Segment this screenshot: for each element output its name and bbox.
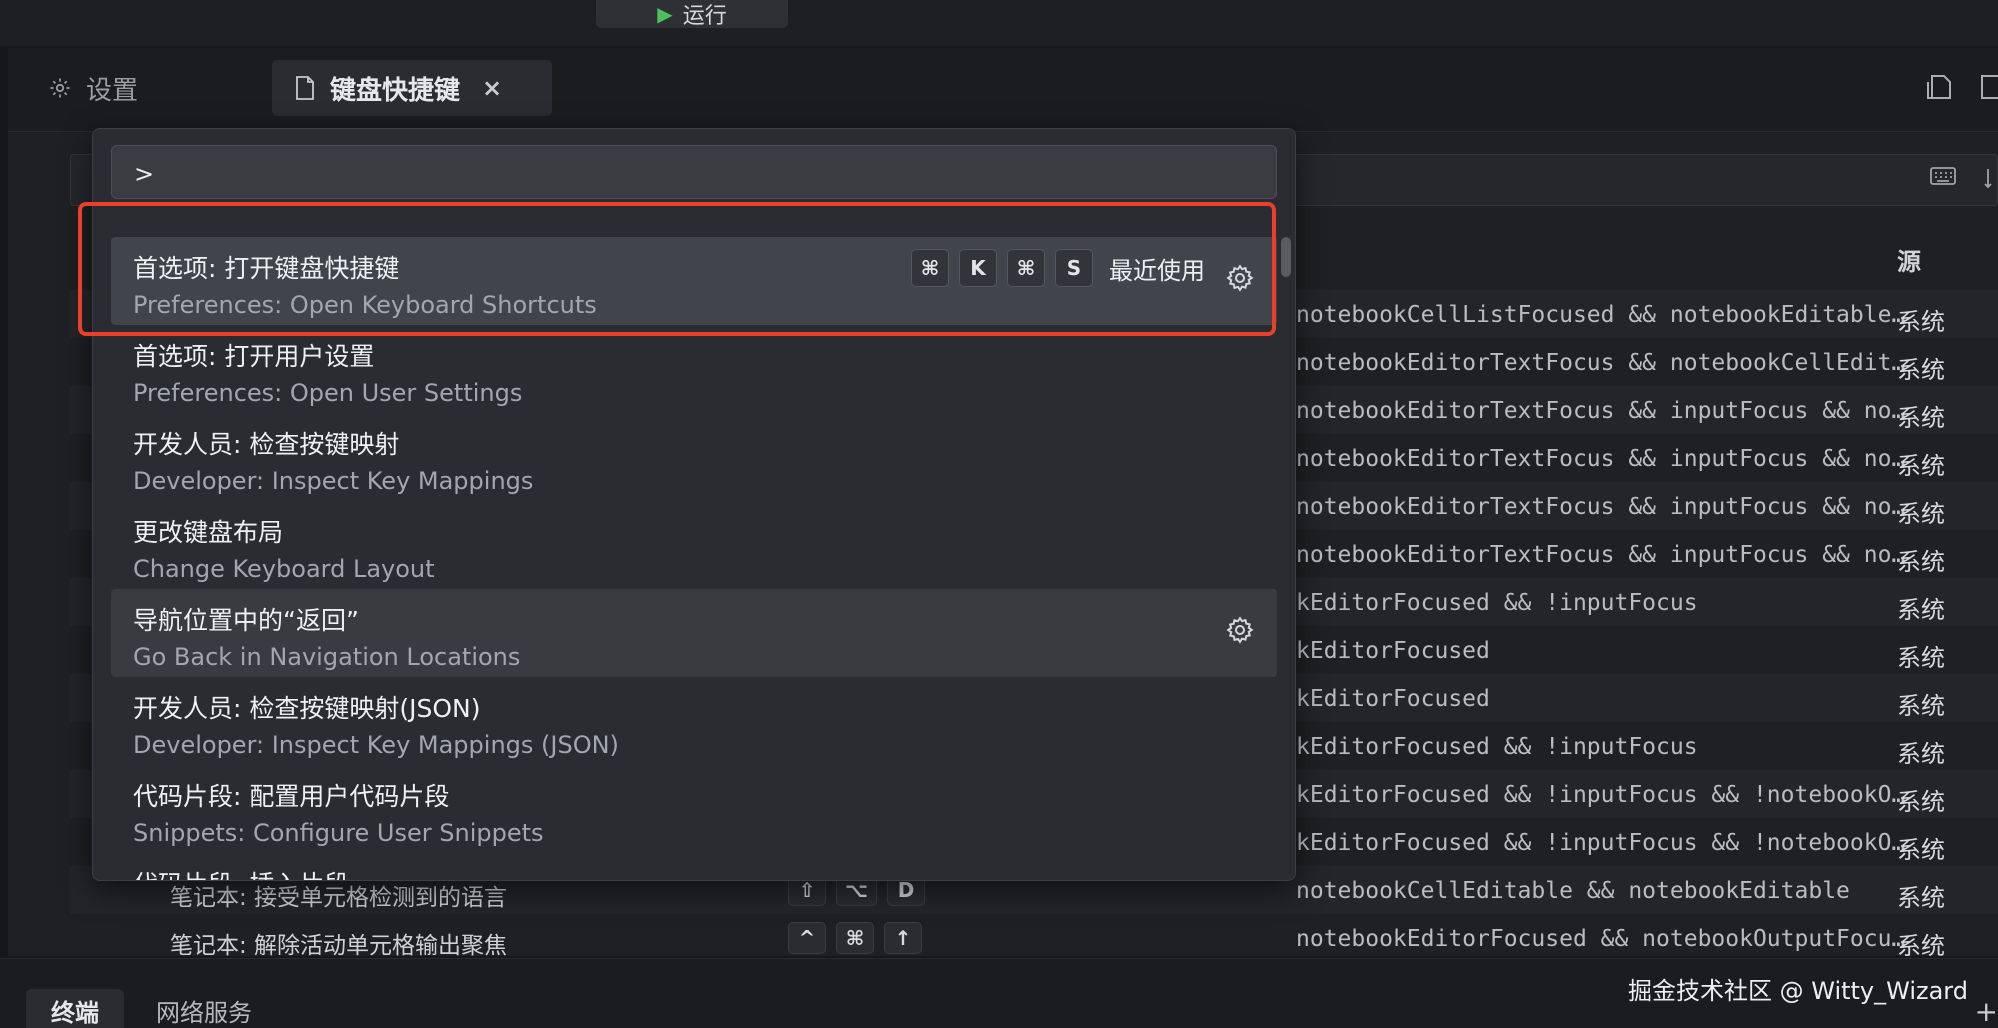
palette-item-subtitle: Go Back in Navigation Locations [133,643,521,671]
keybinding-cell: ^ ⌘ ↑ [788,922,922,954]
source-cell: 系统 [1897,596,1945,624]
when-cell: notebookEditorTextFocus && inputFocus &&… [1296,494,1906,520]
palette-item[interactable]: 开发人员: 检查按键映射(JSON) Developer: Inspect Key… [111,677,1277,765]
source-cell: 系统 [1897,740,1945,768]
source-cell: 系统 [1897,884,1945,912]
run-button[interactable]: ▶ 运行 [596,0,788,29]
palette-item-title: 开发人员: 检查按键映射(JSON) [133,694,481,723]
key-cap: ⌘ [836,922,874,954]
when-cell: kEditorFocused && !inputFocus && !notebo… [1296,830,1906,856]
palette-item-title: 开发人员: 检查按键映射 [133,430,400,459]
when-cell: kEditorFocused && !inputFocus [1296,590,1698,616]
top-bar: ▶ 运行 [0,0,1998,46]
source-cell: 系统 [1897,452,1945,480]
palette-item[interactable]: 代码片段: 插入片段 [111,853,1277,880]
source-column-header: 源 [1897,248,1921,276]
palette-item-subtitle: Preferences: Open User Settings [133,379,523,407]
tab-settings-label: 设置 [86,75,139,106]
source-cell: 系统 [1897,692,1945,720]
palette-item[interactable]: 首选项: 打开用户设置 Preferences: Open User Settin… [111,325,1277,413]
palette-item[interactable]: 代码片段: 配置用户代码片段 Snippets: Configure User S… [111,765,1277,853]
palette-item[interactable]: 开发人员: 检查按键映射 Developer: Inspect Key Mappi… [111,413,1277,501]
search-actions [1930,166,1998,190]
tab-settings[interactable]: 设置 [48,60,138,116]
source-cell: 系统 [1897,356,1945,384]
palette-scrollbar[interactable] [1281,237,1291,277]
editor-tabs: 设置 键盘快捷键 × [8,48,1998,132]
bottom-panel: 终端 网络服务 掘金技术社区 @ Witty_Wizard + [0,958,1998,1028]
palette-item-title: 更改键盘布局 [133,518,284,547]
when-cell: notebookEditorFocused && notebookOutputF… [1296,926,1906,952]
add-icon[interactable]: + [1975,995,1998,1028]
highlight-annotation [78,202,1276,336]
source-cell: 系统 [1897,308,1945,336]
gear-icon [50,78,70,98]
split-editor-icon[interactable] [1978,72,1998,102]
palette-item-title: 代码片段: 配置用户代码片段 [133,782,450,811]
source-cell: 系统 [1897,788,1945,816]
source-cell: 系统 [1897,548,1945,576]
palette-item[interactable]: 导航位置中的“返回” Go Back in Navigation Location… [111,589,1277,677]
palette-item-subtitle: Developer: Inspect Key Mappings (JSON) [133,731,619,759]
tab-actions [1924,72,1998,102]
when-cell: notebookCellListFocused && notebookEdita… [1296,302,1906,328]
close-icon[interactable]: × [482,74,502,102]
when-cell: kEditorFocused && !inputFocus [1296,734,1698,760]
source-cell: 系统 [1897,500,1945,528]
open-json-icon[interactable] [1924,72,1954,102]
when-cell: kEditorFocused && !inputFocus && !notebo… [1296,782,1906,808]
when-cell: notebookEditorTextFocus && inputFocus &&… [1296,542,1906,568]
when-cell: notebookEditorTextFocus && notebookCellE… [1296,350,1906,376]
source-cell: 系统 [1897,836,1945,864]
when-cell: notebookCellEditable && notebookEditable [1296,878,1850,904]
source-cell: 系统 [1897,932,1945,960]
source-cell: 系统 [1897,404,1945,432]
palette-item-title: 代码片段: 插入片段 [133,865,349,880]
play-icon: ▶ [657,2,673,26]
tab-terminal[interactable]: 终端 [26,989,124,1028]
tab-keyboard-shortcuts[interactable]: 键盘快捷键 × [272,60,552,116]
watermark: 掘金技术社区 @ Witty_Wizard [1627,977,1968,1005]
palette-item-subtitle: Developer: Inspect Key Mappings [133,467,534,495]
palette-item-title: 首选项: 打开用户设置 [133,342,375,371]
sort-icon[interactable] [1984,166,1998,190]
tab-keyboard-label: 键盘快捷键 [330,75,461,106]
command-cell: 笔记本: 接受单元格检测到的语言 [170,885,508,911]
command-palette-input[interactable]: > [111,145,1277,199]
palette-item-subtitle: Snippets: Configure User Snippets [133,819,544,847]
when-cell: kEditorFocused [1296,638,1490,664]
palette-item-title: 导航位置中的“返回” [133,606,359,635]
when-cell: notebookEditorTextFocus && inputFocus &&… [1296,398,1906,424]
key-cap: ↑ [884,922,922,954]
table-row[interactable]: 笔记本: 解除活动单元格输出聚焦 ^ ⌘ ↑ notebookEditorFocused… [70,914,1998,962]
when-cell: notebookEditorTextFocus && inputFocus &&… [1296,446,1906,472]
run-label: 运行 [682,4,727,29]
file-icon [296,76,314,100]
when-cell: kEditorFocused [1296,686,1490,712]
palette-item-subtitle: Change Keyboard Layout [133,555,435,583]
configure-keybinding-gear-icon[interactable] [1225,615,1255,645]
source-cell: 系统 [1897,644,1945,672]
tab-network-services[interactable]: 网络服务 [156,989,252,1028]
key-cap: ^ [788,922,826,954]
command-cell: 笔记本: 解除活动单元格输出聚焦 [170,933,508,959]
palette-item[interactable]: 更改键盘布局 Change Keyboard Layout [111,501,1277,589]
keyboard-icon[interactable] [1930,166,1956,186]
